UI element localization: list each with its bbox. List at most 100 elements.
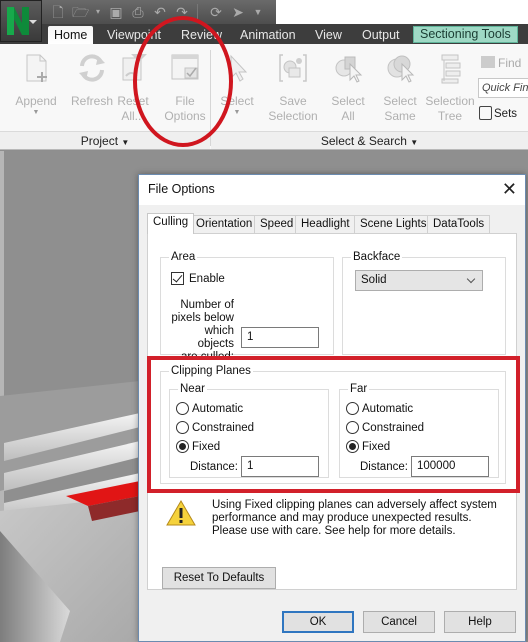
near-automatic-radio[interactable]: [176, 402, 189, 415]
tab-home[interactable]: Home: [48, 26, 94, 44]
pixels-culled-input[interactable]: 1: [241, 327, 319, 348]
ribbon-tab-bar: Home Viewpoint Review Animation View Out…: [0, 24, 528, 44]
undo-icon[interactable]: ↶: [152, 4, 168, 20]
select-search-group-title: Select & Search: [320, 134, 407, 148]
culling-tab-panel: Area Enable Number of pixels below which…: [147, 233, 517, 590]
warning-line: Using Fixed clipping planes can adversel…: [212, 499, 497, 511]
far-automatic-label: Automatic: [362, 403, 414, 415]
find-items-icon: [481, 56, 495, 68]
append-dropdown-icon: ▼: [32, 109, 40, 116]
clipping-planes-legend: Clipping Planes: [169, 364, 253, 378]
warning-line: Please use with care. See help for more …: [212, 525, 456, 537]
dialog-title: File Options: [148, 182, 215, 196]
far-automatic-radio[interactable]: [346, 402, 359, 415]
selection-tree-icon: [441, 54, 461, 84]
append-label: Append: [15, 94, 57, 108]
app-menu-dropdown-icon: [29, 20, 37, 24]
far-distance-label: Distance:: [360, 461, 408, 473]
pixels-label-line: are culled:: [180, 351, 234, 363]
screen: 🗋 🗁 ▾ ▣ ⎙ ↶ ↷ ⟳ ➤ ▼ Home Viewpoint Revie…: [0, 0, 528, 642]
far-fixed-radio[interactable]: [346, 440, 359, 453]
save-selection-button[interactable]: Save Selection: [263, 48, 323, 128]
near-group: Near Automatic Constrained Fixed Distanc…: [169, 382, 329, 478]
near-fixed-radio[interactable]: [176, 440, 189, 453]
select-search-group-label[interactable]: Select & Search ▼: [211, 131, 528, 149]
file-options-dialog: File Options ✕ Culling Orientation Speed…: [138, 174, 526, 642]
find-label: Find: [498, 56, 522, 70]
chevron-down-icon: [466, 274, 476, 284]
near-legend: Near: [178, 382, 207, 396]
far-constrained-label: Constrained: [362, 422, 425, 434]
project-group-expand-icon: ▼: [121, 138, 130, 147]
help-button[interactable]: Help: [444, 611, 516, 633]
tab-culling[interactable]: Culling: [147, 213, 195, 234]
tab-animation[interactable]: Animation: [234, 26, 302, 44]
far-distance-input[interactable]: 100000: [411, 456, 489, 477]
ribbon-panel: Append ▼ Refresh Reset All... File Optio…: [0, 44, 528, 150]
customize-dropdown-icon[interactable]: ▼: [250, 4, 266, 20]
near-distance-label: Distance:: [190, 461, 238, 473]
new-file-icon[interactable]: 🗋: [50, 4, 66, 20]
pixels-culled-label: Number of pixels below which objects are…: [171, 299, 234, 364]
select-all-label-line1: Select: [331, 94, 365, 108]
save-selection-icon: [279, 54, 307, 82]
cancel-button[interactable]: Cancel: [363, 611, 435, 633]
area-group: Area Enable Number of pixels below which…: [160, 250, 334, 363]
tab-datatools[interactable]: DataTools: [427, 215, 491, 233]
open-dropdown-icon[interactable]: ▾: [90, 4, 106, 20]
dialog-titlebar[interactable]: File Options ✕: [139, 175, 525, 205]
tab-view[interactable]: View: [309, 26, 348, 44]
save-icon[interactable]: ▣: [108, 4, 124, 20]
selection-tree-button[interactable]: Selection Tree: [420, 48, 480, 128]
annotation-circle: [133, 16, 233, 147]
near-distance-input[interactable]: 1: [241, 456, 319, 477]
close-icon[interactable]: ✕: [502, 179, 517, 199]
quick-access-bar: 🗋 🗁 ▾ ▣ ⎙ ↶ ↷ ⟳ ➤ ▼: [0, 0, 528, 26]
quick-access-toolbar: 🗋 🗁 ▾ ▣ ⎙ ↶ ↷ ⟳ ➤ ▼: [40, 0, 276, 26]
near-constrained-label: Constrained: [192, 422, 255, 434]
tab-headlight[interactable]: Headlight: [295, 215, 356, 233]
tab-sectioning-tools[interactable]: Sectioning Tools: [413, 26, 518, 43]
far-legend: Far: [348, 382, 370, 396]
warning-message: Using Fixed clipping planes can adversel…: [212, 499, 502, 538]
save-selection-label-line1: Save: [279, 94, 307, 108]
append-button[interactable]: Append ▼: [6, 48, 66, 128]
select-same-icon: [387, 55, 415, 83]
backface-group: Backface Solid: [342, 250, 506, 355]
select-all-label-line2: All: [341, 109, 355, 123]
enable-checkbox[interactable]: [171, 272, 184, 285]
tab-speed[interactable]: Speed: [254, 215, 300, 233]
near-automatic-label: Automatic: [192, 403, 244, 415]
sets-icon: [479, 106, 492, 120]
save-selection-label-line2: Selection: [268, 109, 318, 123]
far-constrained-radio[interactable]: [346, 421, 359, 434]
pixels-label-line: Number of: [180, 299, 234, 311]
backface-legend: Backface: [351, 250, 403, 264]
sets-button[interactable]: Sets: [479, 104, 528, 124]
select-cursor-icon[interactable]: ➤: [230, 4, 246, 20]
reset-to-defaults-button[interactable]: Reset To Defaults: [162, 567, 276, 589]
warning-icon: [166, 500, 196, 526]
find-items-button[interactable]: Find: [481, 56, 521, 70]
clipping-planes-group: Clipping Planes Near Automatic Constrain…: [160, 364, 506, 484]
quick-find-input[interactable]: Quick Find: [478, 78, 528, 98]
navisworks-logo-icon: [7, 7, 29, 35]
near-constrained-radio[interactable]: [176, 421, 189, 434]
backface-selected-value: Solid: [361, 274, 387, 286]
select-all-button[interactable]: Select All: [318, 48, 378, 128]
area-legend: Area: [169, 250, 198, 264]
tab-orientation[interactable]: Orientation: [190, 215, 259, 233]
refresh-icon: [79, 54, 105, 82]
print-icon[interactable]: ⎙: [130, 4, 146, 20]
tab-scene-lights[interactable]: Scene Lights: [354, 215, 433, 233]
append-icon: [26, 54, 47, 82]
refresh-icon[interactable]: ⟳: [208, 4, 224, 20]
backface-select[interactable]: Solid: [355, 270, 483, 291]
open-folder-icon[interactable]: 🗁: [72, 4, 89, 20]
ok-button[interactable]: OK: [282, 611, 354, 633]
application-menu-button[interactable]: [0, 0, 42, 42]
pixels-label-line: which objects: [197, 325, 234, 350]
near-fixed-label: Fixed: [192, 441, 221, 453]
tab-output[interactable]: Output: [356, 26, 406, 44]
project-group-title: Project: [80, 134, 119, 148]
